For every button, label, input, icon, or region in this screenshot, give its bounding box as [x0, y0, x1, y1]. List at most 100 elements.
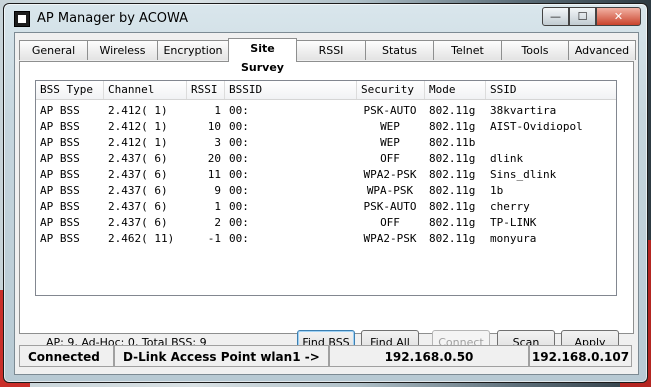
- cell-rssi: 10: [207, 120, 221, 133]
- table-row[interactable]: AP BSS 2.412( 1) 3 00: WEP 802.11b: [36, 135, 616, 151]
- cell-channel: 2.437( 6): [108, 152, 168, 165]
- cell-security: PSK-AUTO: [363, 104, 417, 117]
- bss-list[interactable]: BSS Type Channel RSSI BSSID Security Mod…: [35, 80, 617, 296]
- tab-wireless[interactable]: Wireless: [87, 40, 158, 60]
- local-ip-address: 192.168.0.107: [529, 345, 632, 367]
- tab-status[interactable]: Status: [365, 40, 434, 60]
- cell-mode: 802.11g: [429, 152, 476, 165]
- close-button[interactable]: ✕: [596, 7, 641, 26]
- tab-telnet[interactable]: Telnet: [433, 40, 502, 60]
- cell-channel: 2.412( 1): [108, 120, 168, 133]
- column-bssid[interactable]: BSSID: [225, 81, 357, 99]
- table-row[interactable]: AP BSS 2.437( 6) 2 00: OFF 802.11g TP-LINK: [36, 215, 616, 231]
- cell-channel: 2.462( 11): [108, 232, 175, 245]
- maximize-button[interactable]: ☐: [569, 7, 596, 26]
- cell-type: AP BSS: [40, 200, 80, 213]
- table-row[interactable]: AP BSS 2.437( 6) 1 00: PSK-AUTO 802.11g cherry: [36, 199, 616, 215]
- cell-bssid: 00:: [229, 200, 249, 213]
- cell-security: WEP: [380, 136, 400, 149]
- cell-bssid: 00:: [229, 104, 249, 117]
- cell-rssi: 1: [214, 200, 221, 213]
- cell-security: WPA-PSK: [366, 184, 414, 197]
- cell-bssid: 00:: [229, 216, 249, 229]
- cell-mode: 802.11g: [429, 200, 476, 213]
- table-row[interactable]: AP BSS 2.437( 6) 9 00: WPA-PSK 802.11g 1b: [36, 183, 616, 199]
- cell-type: AP BSS: [40, 168, 80, 181]
- column-bss-type[interactable]: BSS Type: [36, 81, 104, 99]
- bss-list-header: BSS Type Channel RSSI BSSID Security Mod…: [36, 81, 616, 100]
- cell-security: WPA2-PSK: [363, 232, 417, 245]
- cell-rssi: -1: [207, 232, 221, 245]
- status-bar: Connected D-Link Access Point wlan1 -> 1…: [19, 345, 632, 369]
- cell-type: AP BSS: [40, 104, 80, 117]
- cell-type: AP BSS: [40, 152, 80, 165]
- minimize-button[interactable]: —: [542, 7, 569, 26]
- tab-rssi[interactable]: RSSI: [296, 40, 366, 60]
- cell-channel: 2.437( 6): [108, 168, 168, 181]
- cell-security: WPA2-PSK: [363, 168, 417, 181]
- cell-channel: 2.437( 6): [108, 200, 168, 213]
- connection-state: Connected: [19, 345, 114, 367]
- tab-bar: General Wireless Encryption Site Survey …: [19, 38, 636, 74]
- table-row[interactable]: AP BSS 2.437( 6) 20 00: OFF 802.11g dlink: [36, 151, 616, 167]
- cell-type: AP BSS: [40, 120, 80, 133]
- cell-ssid: cherry: [490, 200, 530, 213]
- cell-security: OFF: [380, 216, 400, 229]
- table-row[interactable]: AP BSS 2.437( 6) 11 00: WPA2-PSK 802.11g Sins_…: [36, 167, 616, 183]
- table-row[interactable]: AP BSS 2.412( 1) 10 00: WEP 802.11g AIST-Ovidi…: [36, 119, 616, 135]
- cell-bssid: 00:: [229, 152, 249, 165]
- cell-bssid: 00:: [229, 136, 249, 149]
- cell-rssi: 3: [214, 136, 221, 149]
- ap-ip-address: 192.168.0.50: [329, 345, 529, 367]
- column-rssi[interactable]: RSSI: [187, 81, 225, 99]
- cell-rssi: 1: [214, 104, 221, 117]
- cell-rssi: 11: [207, 168, 221, 181]
- cell-mode: 802.11g: [429, 120, 476, 133]
- tab-advanced[interactable]: Advanced: [568, 40, 636, 60]
- app-window: AP Manager by ACOWA — ☐ ✕ General Wirele…: [3, 3, 648, 383]
- cell-channel: 2.412( 1): [108, 104, 168, 117]
- column-security[interactable]: Security: [357, 81, 425, 99]
- cell-type: AP BSS: [40, 184, 80, 197]
- cell-channel: 2.412( 1): [108, 136, 168, 149]
- column-ssid[interactable]: SSID: [486, 81, 616, 99]
- cell-type: AP BSS: [40, 216, 80, 229]
- cell-ssid: dlink: [490, 152, 524, 165]
- title-bar[interactable]: AP Manager by ACOWA — ☐ ✕: [4, 4, 647, 32]
- cell-mode: 802.11g: [429, 168, 476, 181]
- cell-type: AP BSS: [40, 232, 80, 245]
- cell-rssi: 20: [207, 152, 221, 165]
- tab-encryption[interactable]: Encryption: [157, 40, 229, 60]
- column-channel[interactable]: Channel: [104, 81, 187, 99]
- cell-ssid: [490, 135, 614, 151]
- tab-tools[interactable]: Tools: [501, 40, 569, 60]
- cell-bssid: 00:: [229, 232, 249, 245]
- cell-ssid: 1b: [490, 184, 504, 197]
- cell-mode: 802.11g: [429, 184, 476, 197]
- tab-site-survey[interactable]: Site Survey: [228, 38, 297, 74]
- cell-channel: 2.437( 6): [108, 184, 168, 197]
- site-survey-panel: BSS Type Channel RSSI BSSID Security Mod…: [19, 61, 634, 356]
- cell-security: OFF: [380, 152, 400, 165]
- app-icon: [14, 11, 30, 27]
- cell-bssid: 00:: [229, 120, 249, 133]
- cell-mode: 802.11g: [429, 216, 476, 229]
- table-row[interactable]: AP BSS 2.462( 11) -1 00: WPA2-PSK 802.11g mony…: [36, 231, 616, 247]
- cell-security: WEP: [380, 120, 400, 133]
- cell-bssid: 00:: [229, 168, 249, 181]
- cell-ssid: 38kvartira: [490, 104, 557, 117]
- cell-mode: 802.11g: [429, 104, 476, 117]
- cell-mode: 802.11b: [429, 136, 476, 149]
- column-mode[interactable]: Mode: [425, 81, 486, 99]
- cell-rssi: 9: [214, 184, 221, 197]
- cell-ssid: Sins_dlink: [490, 168, 557, 181]
- cell-bssid: 00:: [229, 184, 249, 197]
- window-title: AP Manager by ACOWA: [37, 11, 189, 26]
- table-row[interactable]: AP BSS 2.412( 1) 1 00: PSK-AUTO 802.11g 38kvar…: [36, 103, 616, 119]
- cell-ssid: TP-LINK: [490, 216, 537, 229]
- device-name: D-Link Access Point wlan1 ->: [114, 345, 329, 367]
- window-controls: — ☐ ✕: [542, 7, 641, 26]
- cell-rssi: 2: [214, 216, 221, 229]
- cell-ssid: AIST-Ovidiopol: [490, 120, 583, 133]
- tab-general[interactable]: General: [19, 40, 88, 60]
